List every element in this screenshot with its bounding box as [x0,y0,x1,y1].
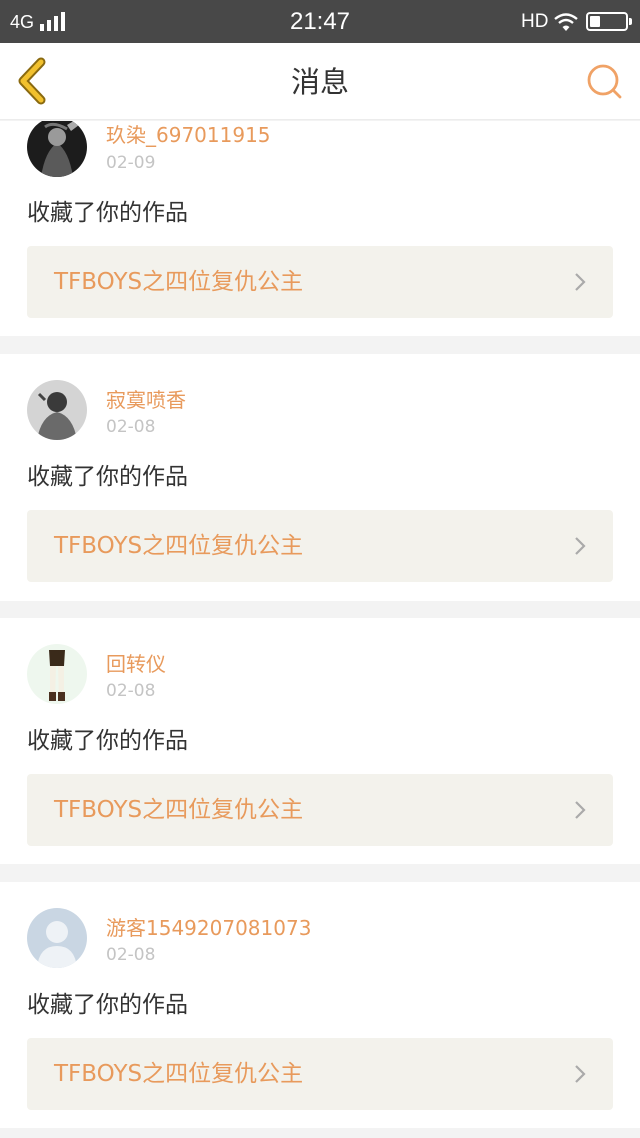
work-link[interactable]: TFBOYS之四位复仇公主 [27,1038,613,1110]
battery-icon [586,12,632,31]
nav-header: 消息 [0,43,640,120]
user-avatar[interactable] [27,380,87,440]
message-date: 02-08 [106,681,156,701]
chevron-right-icon [575,273,586,291]
work-link[interactable]: TFBOYS之四位复仇公主 [27,774,613,846]
message-action: 收藏了你的作品 [27,200,188,226]
message-card: 游客1549207081073 02-08 收藏了你的作品 TFBOYS之四位复… [0,882,640,1128]
work-title: TFBOYS之四位复仇公主 [54,533,304,559]
message-date: 02-08 [106,945,156,965]
wifi-icon [554,13,578,31]
chevron-right-icon [575,537,586,555]
chevron-right-icon [575,801,586,819]
message-card: 玖染_697011915 02-09 收藏了你的作品 TFBOYS之四位复仇公主 [0,121,640,336]
status-bar: 4G 21:47 HD [0,0,640,43]
message-action: 收藏了你的作品 [27,728,188,754]
work-link[interactable]: TFBOYS之四位复仇公主 [27,510,613,582]
message-card: 寂寞喷香 02-08 收藏了你的作品 TFBOYS之四位复仇公主 [0,354,640,601]
user-avatar[interactable] [27,908,87,968]
username[interactable]: 游客1549207081073 [106,916,311,940]
message-action: 收藏了你的作品 [27,992,188,1018]
battery-level [590,16,601,27]
message-card: 回转仪 02-08 收藏了你的作品 TFBOYS之四位复仇公主 [0,618,640,864]
page-title: 消息 [290,65,349,99]
message-action: 收藏了你的作品 [27,464,188,490]
work-link[interactable]: TFBOYS之四位复仇公主 [27,246,613,318]
message-date: 02-09 [106,153,156,173]
chevron-right-icon [575,1065,586,1083]
username[interactable]: 回转仪 [106,652,166,676]
search-button[interactable] [584,61,624,101]
user-avatar[interactable] [27,644,87,704]
work-title: TFBOYS之四位复仇公主 [54,269,304,295]
username[interactable]: 玖染_697011915 [106,123,271,147]
work-title: TFBOYS之四位复仇公主 [54,797,304,823]
search-icon [587,64,622,99]
user-avatar[interactable] [27,121,87,177]
hd-indicator: HD [521,11,549,32]
message-date: 02-08 [106,417,156,437]
work-title: TFBOYS之四位复仇公主 [54,1061,304,1087]
username[interactable]: 寂寞喷香 [106,388,186,412]
